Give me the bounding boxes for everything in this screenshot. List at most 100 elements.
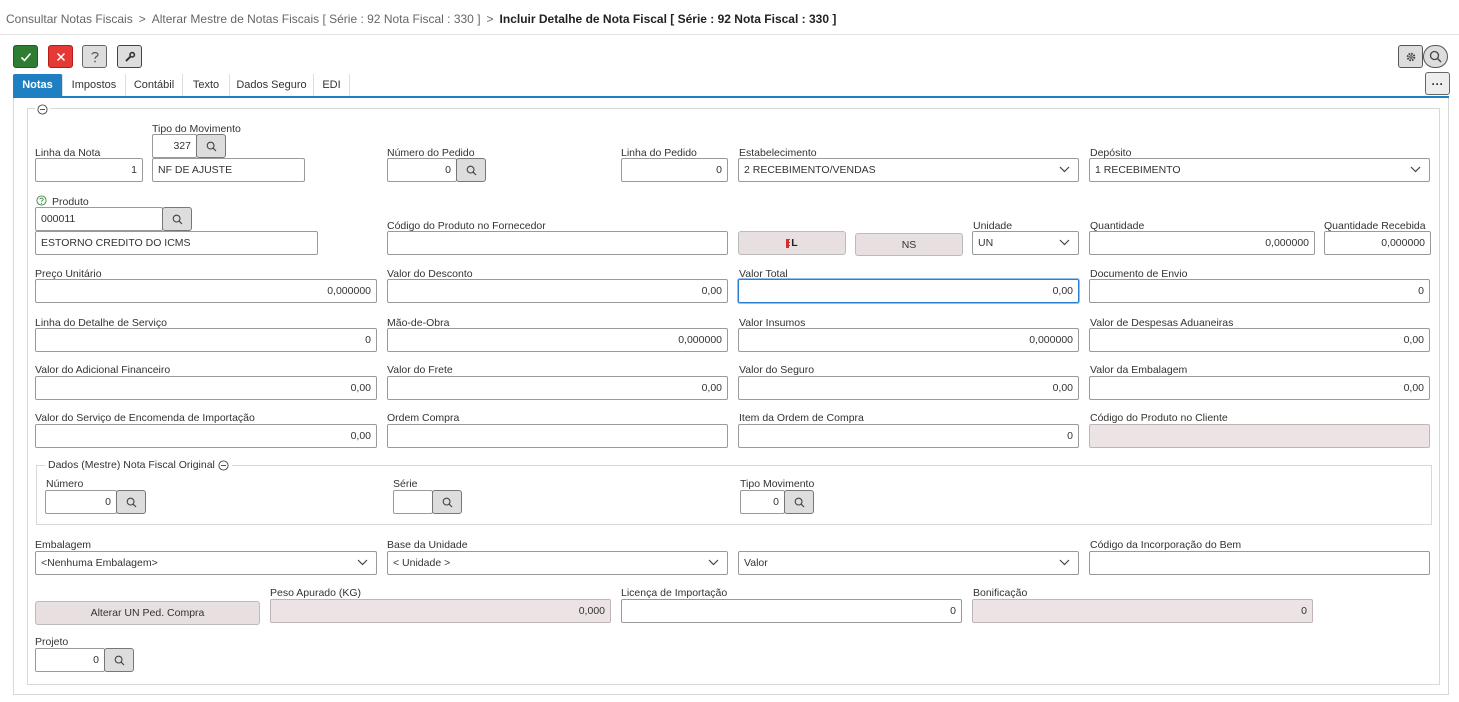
- help-button[interactable]: [82, 45, 107, 68]
- chevron-down-icon: [1410, 166, 1421, 173]
- more-button[interactable]: ···: [1425, 72, 1450, 95]
- tipo-movimento-code-input[interactable]: 327: [152, 134, 197, 158]
- nf-serie-input[interactable]: [393, 490, 433, 514]
- peso-apurado-input: 0,000: [270, 599, 611, 623]
- minus-circle-icon[interactable]: [218, 459, 229, 471]
- breadcrumb-separator: >: [138, 12, 146, 26]
- nf-tipo-movimento-input[interactable]: 0: [740, 490, 785, 514]
- ns-button[interactable]: NS: [855, 233, 963, 256]
- nf-original-legend: Dados (Mestre) Nota Fiscal Original: [45, 459, 232, 471]
- numero-pedido-search-button[interactable]: [456, 158, 486, 182]
- list-red-icon: [786, 238, 791, 248]
- check-icon: [20, 52, 31, 62]
- quantidade-input[interactable]: 0,000000: [1089, 231, 1315, 255]
- preco-unitario-input[interactable]: 0,000000: [35, 279, 377, 303]
- embalagem-label: Embalagem: [35, 539, 92, 551]
- nf-numero-input[interactable]: 0: [45, 490, 117, 514]
- cancel-button[interactable]: [48, 45, 73, 68]
- valor-seguro-input[interactable]: 0,00: [738, 376, 1079, 400]
- chevron-down-icon: [357, 559, 368, 566]
- estabelecimento-select[interactable]: 2 RECEBIMENTO/VENDAS: [738, 158, 1079, 182]
- produto-desc-input[interactable]: ESTORNO CREDITO DO ICMS: [35, 231, 318, 255]
- search-button[interactable]: [1423, 45, 1448, 68]
- adicional-financeiro-label: Valor do Adicional Financeiro: [35, 364, 171, 376]
- codigo-cliente-label: Código do Produto no Cliente: [1090, 412, 1228, 424]
- valor-seguro-label: Valor do Seguro: [739, 364, 815, 376]
- peso-apurado-label: Peso Apurado (KG): [270, 587, 362, 599]
- tab-texto[interactable]: Texto: [183, 74, 230, 97]
- valor-desconto-input[interactable]: 0,00: [387, 279, 728, 303]
- adicional-financeiro-input[interactable]: 0,00: [35, 376, 377, 400]
- chevron-down-icon: [1059, 166, 1070, 173]
- unidade-select[interactable]: UN: [972, 231, 1079, 255]
- tipo-movimento-desc-input[interactable]: NF DE AJUSTE: [152, 158, 305, 182]
- projeto-search-button[interactable]: [104, 648, 134, 672]
- base-unidade-select[interactable]: < Unidade >: [387, 551, 728, 575]
- close-icon: [56, 52, 65, 61]
- valor-embalagem-label: Valor da Embalagem: [1090, 364, 1188, 376]
- estabelecimento-value: 2 RECEBIMENTO/VENDAS: [744, 164, 876, 176]
- nf-serie-search-button[interactable]: [432, 490, 462, 514]
- tab-dados-seguro[interactable]: Dados Seguro: [230, 74, 314, 97]
- item-ordem-compra-input[interactable]: 0: [738, 424, 1079, 448]
- valor-total-input[interactable]: 0,00: [738, 279, 1079, 303]
- servico-importacao-input[interactable]: 0,00: [35, 424, 377, 448]
- incorporacao-bem-input[interactable]: [1089, 551, 1430, 575]
- nf-tipo-movimento-search-button[interactable]: [784, 490, 814, 514]
- nf-serie-label: Série: [393, 478, 418, 490]
- projeto-input[interactable]: 0: [35, 648, 105, 672]
- linha-pedido-input[interactable]: 0: [621, 158, 728, 182]
- incorporacao-bem-label: Código da Incorporação do Bem: [1090, 539, 1242, 551]
- valor-select[interactable]: Valor: [738, 551, 1079, 575]
- chevron-down-icon: [708, 559, 719, 566]
- ordem-compra-label: Ordem Compra: [387, 412, 460, 424]
- linha-nota-input[interactable]: 1: [35, 158, 143, 182]
- more-icon: ···: [1431, 76, 1444, 91]
- valor-frete-input[interactable]: 0,00: [387, 376, 728, 400]
- header-divider: [0, 34, 1459, 35]
- breadcrumb: Consultar Notas Fiscais > Alterar Mestre d…: [6, 12, 836, 26]
- mao-obra-input[interactable]: 0,000000: [387, 328, 728, 352]
- documento-envio-input[interactable]: 0: [1089, 279, 1430, 303]
- embalagem-select[interactable]: <Nenhuma Embalagem>: [35, 551, 377, 575]
- licenca-importacao-input[interactable]: 0: [621, 599, 962, 623]
- search-icon: [126, 497, 136, 507]
- breadcrumb-link-consultar[interactable]: Consultar Notas Fiscais: [6, 12, 133, 26]
- nf-numero-label: Número: [46, 478, 84, 490]
- ordem-compra-input[interactable]: [387, 424, 728, 448]
- search-icon: [114, 655, 124, 665]
- valor-select-value: Valor: [744, 557, 768, 569]
- settings-button[interactable]: [1398, 45, 1423, 68]
- nf-tipo-movimento-label: Tipo Movimento: [740, 478, 815, 490]
- quantidade-recebida-input[interactable]: 0,000000: [1324, 231, 1431, 255]
- licenca-importacao-label: Licença de Importação: [621, 587, 728, 599]
- tab-edi[interactable]: EDI: [314, 74, 350, 97]
- tab-notas[interactable]: Notas: [13, 74, 63, 97]
- produto-code-input[interactable]: 000011: [35, 207, 163, 231]
- breadcrumb-link-alterar[interactable]: Alterar Mestre de Notas Fiscais [ Série …: [152, 12, 481, 26]
- confirm-button[interactable]: [13, 45, 38, 68]
- collapse-toggle[interactable]: [35, 104, 50, 118]
- valor-insumos-input[interactable]: 0,000000: [738, 328, 1079, 352]
- valor-embalagem-input[interactable]: 0,00: [1089, 376, 1430, 400]
- nf-numero-search-button[interactable]: [116, 490, 146, 514]
- tipo-movimento-search-button[interactable]: [196, 134, 226, 158]
- l-button[interactable]: L: [738, 231, 846, 255]
- despesas-aduaneiras-input[interactable]: 0,00: [1089, 328, 1430, 352]
- codigo-cliente-input: [1089, 424, 1430, 448]
- codigo-fornecedor-input[interactable]: [387, 231, 728, 255]
- linha-servico-input[interactable]: 0: [35, 328, 377, 352]
- wrench-icon: [124, 51, 135, 62]
- deposito-select[interactable]: 1 RECEBIMENTO: [1089, 158, 1430, 182]
- ns-button-label: NS: [901, 238, 917, 251]
- tab-contabil[interactable]: Contábil: [126, 74, 183, 97]
- l-button-label: L: [791, 237, 798, 249]
- help-circle-icon[interactable]: [36, 195, 47, 206]
- tab-impostos[interactable]: Impostos: [63, 74, 126, 97]
- breadcrumb-current: Incluir Detalhe de Nota Fiscal [ Série :…: [499, 12, 837, 26]
- produto-search-button[interactable]: [162, 207, 192, 231]
- alterar-un-button[interactable]: Alterar UN Ped. Compra: [35, 601, 260, 625]
- nf-original-title: Dados (Mestre) Nota Fiscal Original: [48, 459, 215, 471]
- tools-button[interactable]: [117, 45, 142, 68]
- numero-pedido-input[interactable]: 0: [387, 158, 457, 182]
